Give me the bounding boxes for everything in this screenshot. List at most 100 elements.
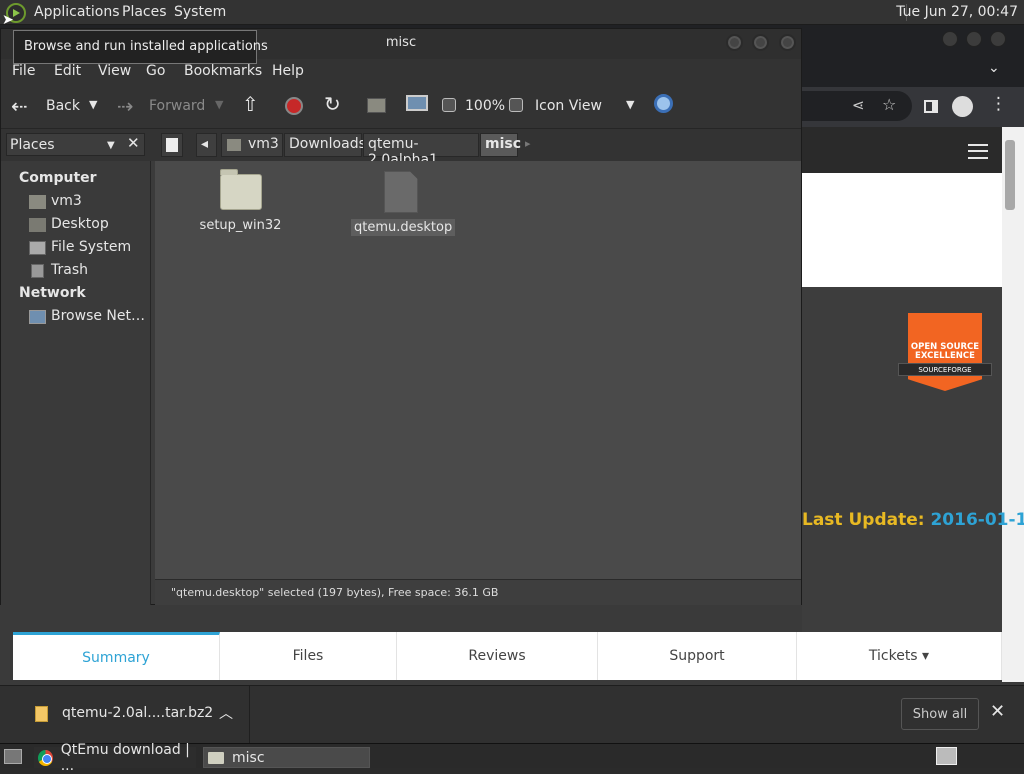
- bookmark-star-icon[interactable]: ☆: [882, 95, 896, 114]
- places-sidebar: Computer vm3 Desktop File System Trash N…: [1, 161, 151, 605]
- tab-reviews[interactable]: Reviews: [397, 632, 598, 680]
- menu-view[interactable]: View: [98, 63, 131, 79]
- zoom-out-icon[interactable]: [442, 98, 456, 112]
- close-sidebar-icon[interactable]: ✕: [127, 134, 140, 152]
- tab-files[interactable]: Files: [220, 632, 397, 680]
- taskbar-item-file-manager[interactable]: misc: [203, 747, 370, 768]
- tab-tickets[interactable]: Tickets ▾: [797, 632, 1002, 680]
- system-menu[interactable]: System: [174, 4, 226, 20]
- forward-arrow-icon[interactable]: ⇢: [117, 94, 134, 118]
- browser-minimize-button[interactable]: [942, 31, 958, 47]
- path-scroll-left-icon[interactable]: ◂: [196, 133, 217, 157]
- path-scroll-right-icon[interactable]: ▸: [525, 137, 531, 150]
- sidebar-heading-network: Network: [19, 285, 86, 301]
- file-item-folder[interactable]: setup_win32: [193, 169, 288, 233]
- tooltip: Browse and run installed applications: [13, 30, 268, 64]
- scrollbar-thumb[interactable]: [1005, 140, 1015, 210]
- sidebar-item-trash[interactable]: Trash: [51, 262, 88, 278]
- download-item[interactable]: qtemu-2.0al....tar.bz2: [62, 705, 213, 721]
- file-item-selected[interactable]: qtemu.desktop: [351, 171, 456, 236]
- chevron-up-icon[interactable]: ︿: [219, 703, 233, 723]
- divider: [249, 686, 250, 744]
- taskbar-item-label: QtEmu download | ...: [60, 741, 190, 774]
- file-name: qtemu.desktop: [351, 219, 456, 236]
- reload-icon[interactable]: ↻: [324, 92, 341, 116]
- taskbar: QtEmu download | ... misc: [0, 742, 1024, 774]
- chrome-icon: [38, 749, 53, 766]
- sidebar-item-filesystem[interactable]: File System: [51, 239, 131, 255]
- close-icon[interactable]: ✕: [990, 701, 1005, 722]
- show-desktop-icon[interactable]: [4, 749, 22, 764]
- hamburger-menu-icon[interactable]: [968, 144, 988, 159]
- taskbar-item-label: misc: [232, 749, 265, 766]
- side-panel-icon[interactable]: [924, 100, 938, 113]
- breadcrumb-misc[interactable]: misc: [480, 133, 521, 157]
- view-mode-select[interactable]: Icon View: [535, 98, 602, 114]
- project-tabs: Summary Files Reviews Support Tickets ▾: [13, 632, 1002, 680]
- sidebar-selector[interactable]: Places ▼: [6, 133, 145, 156]
- status-bar: "qtemu.desktop" selected (197 bytes), Fr…: [155, 579, 801, 605]
- mouse-pointer-icon: ➤: [2, 12, 14, 28]
- share-icon[interactable]: ⋖: [852, 96, 865, 114]
- browser-close-button[interactable]: [990, 31, 1006, 47]
- profile-avatar-icon[interactable]: [952, 96, 973, 117]
- stop-icon[interactable]: [285, 97, 303, 115]
- sidebar-item-desktop[interactable]: Desktop: [51, 216, 109, 232]
- open-source-excellence-badge: OPEN SOURCE EXCELLENCE: [908, 313, 982, 391]
- text-file-icon: [384, 171, 418, 213]
- zoom-in-icon[interactable]: [509, 98, 523, 112]
- page-banner: [802, 173, 1002, 287]
- desktop-icon: [29, 218, 46, 232]
- computer-icon[interactable]: [406, 95, 428, 111]
- menu-edit[interactable]: Edit: [54, 63, 81, 79]
- browser-menu-icon[interactable]: ⋮: [990, 94, 1007, 114]
- menu-go[interactable]: Go: [146, 63, 165, 79]
- breadcrumb-downloads[interactable]: Downloads: [284, 133, 366, 157]
- search-icon[interactable]: [654, 94, 673, 113]
- file-name: setup_win32: [199, 218, 282, 233]
- forward-history-dropdown-icon[interactable]: ▼: [215, 98, 223, 111]
- back-button[interactable]: Back: [46, 98, 80, 114]
- zoom-level[interactable]: 100%: [465, 98, 505, 114]
- edit-location-icon[interactable]: [161, 133, 183, 157]
- menu-help[interactable]: Help: [272, 63, 304, 79]
- folder-icon: [208, 751, 224, 764]
- taskbar-item-browser[interactable]: QtEmu download | ...: [34, 742, 196, 774]
- maximize-button[interactable]: [752, 34, 769, 51]
- sidebar-selector-label: Places: [10, 137, 55, 153]
- toolbar: ⇠ Back ▼ ⇢ Forward ▼ ⇧ ↻ 100% Icon View …: [1, 83, 801, 129]
- status-text: "qtemu.desktop" selected (197 bytes), Fr…: [171, 586, 499, 599]
- tab-summary[interactable]: Summary: [13, 632, 220, 680]
- page-scrollbar[interactable]: [1002, 127, 1024, 682]
- back-arrow-icon[interactable]: ⇠: [11, 94, 28, 118]
- badge-line-2: EXCELLENCE: [915, 351, 975, 361]
- view-mode-dropdown-icon[interactable]: ▼: [626, 98, 634, 111]
- sidebar-selector-dropdown-icon: ▼: [107, 140, 115, 151]
- tab-support[interactable]: Support: [598, 632, 797, 680]
- last-update-date: 2016-01-19: [930, 510, 1024, 530]
- places-menu[interactable]: Places: [122, 4, 167, 20]
- breadcrumb-qtemu[interactable]: qtemu-2.0alpha1: [363, 133, 479, 168]
- forward-button[interactable]: Forward: [149, 98, 205, 114]
- folder-icon: [219, 169, 262, 210]
- clock[interactable]: Tue Jun 27, 00:47: [896, 4, 1018, 20]
- up-arrow-icon[interactable]: ⇧: [242, 92, 259, 116]
- browser-maximize-button[interactable]: [966, 31, 982, 47]
- home-folder-icon[interactable]: [367, 98, 386, 113]
- sidebar-item-browse-network[interactable]: Browse Net…: [51, 308, 145, 324]
- applications-menu[interactable]: Applications: [34, 4, 120, 20]
- sidebar-item-vm3[interactable]: vm3: [51, 193, 82, 209]
- close-button[interactable]: [779, 34, 796, 51]
- location-bar: Places ▼ ✕ ◂ vm3 Downloads qtemu-2.0alph…: [1, 129, 801, 168]
- workspace-switcher-icon[interactable]: [936, 747, 957, 765]
- menu-file[interactable]: File: [12, 63, 35, 79]
- file-view[interactable]: setup_win32 qtemu.desktop: [155, 161, 801, 579]
- show-all-button[interactable]: Show all: [901, 698, 979, 730]
- back-history-dropdown-icon[interactable]: ▼: [89, 98, 97, 111]
- menu-bookmarks[interactable]: Bookmarks: [184, 63, 262, 79]
- site-header: [802, 127, 1002, 173]
- minimize-button[interactable]: [726, 34, 743, 51]
- tab-search-chevron-icon[interactable]: ⌄: [988, 60, 1000, 76]
- sidebar-heading-computer: Computer: [19, 170, 97, 186]
- badge-ribbon: SOURCEFORGE: [898, 363, 992, 376]
